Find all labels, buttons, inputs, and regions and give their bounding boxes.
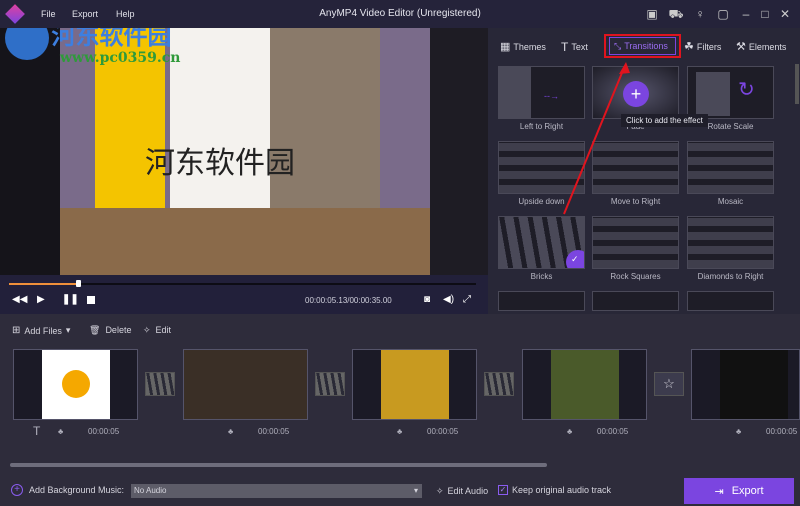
timeline-clip[interactable]: [183, 349, 308, 420]
timeline-clip[interactable]: [13, 349, 138, 420]
export-icon: ⇥: [714, 485, 724, 498]
timeline-scrollbar[interactable]: [10, 463, 547, 467]
time-display: 00:00:05.13/00:00:35.00: [305, 296, 392, 305]
title-bar: File Export Help AnyMP4 Video Editor (Un…: [0, 0, 800, 28]
minimize-button[interactable]: –: [738, 6, 754, 22]
annotation-arrow: [563, 62, 630, 215]
watermark: 河东软件园 www.pc0359.cn: [5, 28, 180, 66]
stop-button[interactable]: [87, 296, 95, 304]
trash-icon: 🗑︎: [89, 325, 101, 335]
add-music-button[interactable]: + Add Background Music:: [11, 484, 124, 496]
clip-duration: 00:00:05: [597, 427, 629, 436]
transition-slot[interactable]: [145, 372, 175, 396]
pause-button[interactable]: ❚❚: [62, 294, 79, 305]
feedback-icon[interactable]: ▢: [715, 6, 731, 22]
forward-button[interactable]: ▶: [37, 294, 45, 305]
filter-icon[interactable]: ♣: [397, 427, 402, 436]
volume-icon[interactable]: ◀): [443, 294, 454, 305]
fullscreen-icon[interactable]: ⤢: [463, 294, 471, 305]
close-button[interactable]: ✕: [777, 6, 793, 22]
text-icon[interactable]: T: [33, 424, 40, 438]
maximize-button[interactable]: □: [757, 6, 773, 22]
filter-icon[interactable]: ♣: [567, 427, 572, 436]
add-folder-icon: ⊞: [12, 325, 21, 336]
clip-thumbnail: [42, 350, 110, 419]
star-icon: ☆: [663, 376, 675, 391]
seek-bar[interactable]: [9, 280, 476, 287]
add-files-button[interactable]: ⊞ Add Files ▾: [12, 325, 70, 336]
edit-button[interactable]: ✧ Edit: [143, 325, 171, 336]
clip-thumbnail: [551, 350, 619, 419]
video-preview[interactable]: 河东软件园 河东软件园 www.pc0359.cn: [0, 28, 488, 275]
clip-thumbnail: [381, 350, 449, 419]
clip-thumbnail: [184, 350, 307, 419]
keep-audio-checkbox[interactable]: ✓ Keep original audio track: [498, 485, 611, 495]
clip-duration: 00:00:05: [88, 427, 120, 436]
transition-slot[interactable]: [315, 372, 345, 396]
cart-icon[interactable]: ⛟: [668, 6, 684, 22]
clip-duration: 00:00:05: [258, 427, 290, 436]
save-icon[interactable]: ▣: [644, 6, 660, 22]
timeline-clip[interactable]: [522, 349, 647, 420]
timeline-clip[interactable]: [352, 349, 477, 420]
filter-icon[interactable]: ♣: [228, 427, 233, 436]
transition-slot[interactable]: ☆: [654, 372, 684, 396]
wand-icon: ✧: [436, 486, 444, 496]
chevron-down-icon: ▾: [413, 486, 418, 495]
clip-duration: 00:00:05: [766, 427, 798, 436]
clip-thumbnail: [720, 350, 788, 419]
filter-icon[interactable]: ♣: [736, 427, 741, 436]
watermark-logo-icon: [5, 28, 49, 60]
delete-button[interactable]: 🗑︎ Delete: [89, 325, 131, 336]
wand-icon: ✧: [143, 325, 151, 335]
edit-audio-button[interactable]: ✧ Edit Audio: [436, 486, 488, 497]
audio-select[interactable]: No Audio ▾: [131, 484, 422, 498]
chevron-down-icon: ▾: [65, 325, 71, 335]
plus-circle-icon: +: [11, 484, 23, 496]
effects-panel: ▦ Themes T Text ⤡ Transitions ☘ Filters ⚒ Ele…: [488, 28, 800, 314]
key-icon[interactable]: ♀: [692, 6, 708, 22]
snapshot-icon[interactable]: ◙: [424, 294, 430, 305]
transition-slot[interactable]: [484, 372, 514, 396]
checkbox-checked-icon: ✓: [498, 485, 508, 495]
rewind-button[interactable]: ◀◀: [12, 294, 27, 305]
filter-icon[interactable]: ♣: [58, 427, 63, 436]
player-controls: ◀◀ ▶ ❚❚ 00:00:05.13/00:00:35.00 ◙ ◀) ⤢: [0, 275, 488, 314]
preview-overlay-text: 河东软件园: [145, 146, 295, 181]
seek-handle[interactable]: [75, 280, 81, 287]
clip-duration: 00:00:05: [427, 427, 459, 436]
export-button[interactable]: ⇥ Export: [684, 478, 794, 504]
timeline-clip[interactable]: [691, 349, 800, 420]
